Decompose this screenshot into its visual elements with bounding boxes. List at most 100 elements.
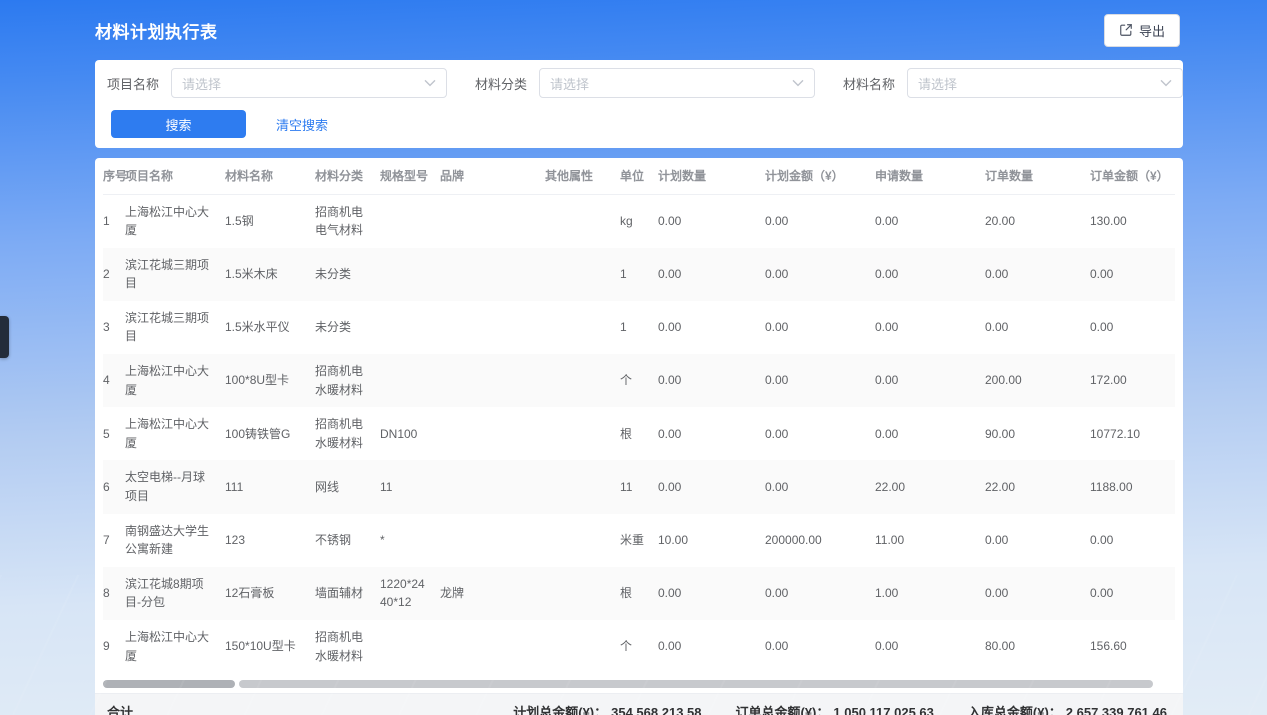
table-cell: 滨江花城三期项目	[125, 248, 225, 301]
table-cell: 0.00	[765, 194, 875, 248]
table-cell: 0.00	[985, 514, 1090, 567]
table-cell: 4	[103, 354, 125, 407]
table-cell: 100*8U型卡	[225, 354, 315, 407]
table-cell: *	[380, 514, 440, 567]
table-cell: 上海松江中心大厦	[125, 620, 225, 673]
table-cell: 5	[103, 407, 125, 460]
table-cell: 未分类	[315, 301, 380, 354]
table-cell: 个	[620, 354, 658, 407]
table-cell: 1.5米水平仪	[225, 301, 315, 354]
filter-label: 材料分类	[475, 74, 527, 93]
summary-item-label: 计划总金额(¥)：	[513, 705, 607, 715]
material-plan-table-card: 序号项目名称材料名称材料分类规格型号品牌其他属性单位计划数量计划金额（¥）申请数…	[95, 158, 1183, 715]
filter-select-2[interactable]: 请选择	[907, 68, 1183, 98]
filter-row: 项目名称请选择材料分类请选择材料名称请选择	[107, 68, 1171, 98]
table-cell: 0.00	[658, 460, 765, 513]
table-cell: 172.00	[1090, 354, 1175, 407]
search-button[interactable]: 搜索	[111, 110, 246, 138]
table-row[interactable]: 2滨江花城三期项目1.5米木床未分类10.000.000.000.000.00	[103, 248, 1175, 301]
table-cell: 1188.00	[1090, 460, 1175, 513]
table-cell: 0.00	[658, 407, 765, 460]
table-cell: 墙面辅材	[315, 567, 380, 620]
column-header: 申请数量	[875, 158, 985, 194]
table-cell: 0.00	[765, 301, 875, 354]
table-cell	[380, 301, 440, 354]
table-cell	[545, 194, 620, 248]
summary-total-label: 合计	[107, 702, 133, 715]
table-cell: 0.00	[1090, 514, 1175, 567]
select-placeholder: 请选择	[550, 74, 589, 93]
table-cell	[545, 301, 620, 354]
summary-item-2: 入库总金额(¥)：2,657,339,761.46	[968, 702, 1167, 715]
table-cell	[380, 248, 440, 301]
table-cell: 0.00	[765, 248, 875, 301]
table-cell: kg	[620, 194, 658, 248]
table-cell: 0.00	[1090, 567, 1175, 620]
summary-item-0: 计划总金额(¥)：354,568,213.58	[513, 702, 701, 715]
table-cell: 滨江花城8期项目-分包	[125, 567, 225, 620]
table-cell: 150*10U型卡	[225, 620, 315, 673]
column-header: 其他属性	[545, 158, 620, 194]
column-header: 计划金额（¥）	[765, 158, 875, 194]
table-cell: 招商机电 水暖材料	[315, 407, 380, 460]
table-row[interactable]: 7南钢盛达大学生公寓新建123不锈钢*米重10.00200000.0011.00…	[103, 514, 1175, 567]
table-cell: 1220*2440*12	[380, 567, 440, 620]
table-cell: 0.00	[875, 354, 985, 407]
table-cell: 米重	[620, 514, 658, 567]
table-cell	[545, 514, 620, 567]
filter-select-1[interactable]: 请选择	[539, 68, 815, 98]
summary-item-1: 订单总金额(¥)：1,050,117,025.63	[736, 702, 934, 715]
table-body: 1上海松江中心大厦1.5钢招商机电 电气材料kg0.000.000.0020.0…	[103, 194, 1175, 673]
scrollbar-thumb[interactable]	[103, 680, 235, 688]
column-header: 计划数量	[658, 158, 765, 194]
filter-select-0[interactable]: 请选择	[171, 68, 447, 98]
table-cell: 11.00	[875, 514, 985, 567]
table-row[interactable]: 4上海松江中心大厦100*8U型卡招商机电 水暖材料个0.000.000.002…	[103, 354, 1175, 407]
table-cell: 156.60	[1090, 620, 1175, 673]
table-cell	[440, 407, 545, 460]
table-row[interactable]: 1上海松江中心大厦1.5钢招商机电 电气材料kg0.000.000.0020.0…	[103, 194, 1175, 248]
table-cell: 0.00	[875, 301, 985, 354]
table-cell: 1	[620, 301, 658, 354]
table-cell	[545, 620, 620, 673]
table-cell: 0.00	[765, 460, 875, 513]
table-cell: 22.00	[875, 460, 985, 513]
scrollbar-track[interactable]	[239, 680, 1153, 688]
table-row[interactable]: 6太空电梯--月球项目111网线11110.000.0022.0022.0011…	[103, 460, 1175, 513]
side-drawer-handle[interactable]	[0, 316, 9, 358]
table-cell: 0.00	[658, 354, 765, 407]
table-cell: 11	[620, 460, 658, 513]
table-header-row: 序号项目名称材料名称材料分类规格型号品牌其他属性单位计划数量计划金额（¥）申请数…	[103, 158, 1175, 194]
table-cell: 0.00	[765, 354, 875, 407]
table-cell	[440, 301, 545, 354]
table-cell: 7	[103, 514, 125, 567]
table-cell: 上海松江中心大厦	[125, 194, 225, 248]
table-cell: 3	[103, 301, 125, 354]
table-row[interactable]: 9上海松江中心大厦150*10U型卡招商机电 水暖材料个0.000.000.00…	[103, 620, 1175, 673]
horizontal-scrollbar[interactable]	[103, 679, 1175, 689]
column-header: 序号	[103, 158, 125, 194]
table-cell	[545, 460, 620, 513]
table-cell	[440, 620, 545, 673]
table-row[interactable]: 8滨江花城8期项目-分包12石膏板墙面辅材1220*2440*12龙牌根0.00…	[103, 567, 1175, 620]
table-cell: 10772.10	[1090, 407, 1175, 460]
table-cell: 招商机电 电气材料	[315, 194, 380, 248]
table-row[interactable]: 5上海松江中心大厦100铸铁管G招商机电 水暖材料DN100根0.000.000…	[103, 407, 1175, 460]
table-cell: 网线	[315, 460, 380, 513]
table-cell: 0.00	[875, 194, 985, 248]
table-cell	[440, 248, 545, 301]
clear-search-link[interactable]: 清空搜索	[276, 115, 328, 134]
table-row[interactable]: 3滨江花城三期项目1.5米水平仪未分类10.000.000.000.000.00	[103, 301, 1175, 354]
export-button-label: 导出	[1139, 21, 1165, 40]
table-cell: 0.00	[985, 301, 1090, 354]
table-cell: 根	[620, 567, 658, 620]
table-cell: 0.00	[985, 248, 1090, 301]
export-button[interactable]: 导出	[1104, 14, 1180, 47]
filter-actions: 搜索 清空搜索	[107, 110, 1171, 138]
filter-group-1: 材料分类 请选择	[475, 68, 815, 98]
table-cell	[440, 514, 545, 567]
table-cell: 根	[620, 407, 658, 460]
table-cell: 个	[620, 620, 658, 673]
select-placeholder: 请选择	[182, 74, 221, 93]
filter-label: 材料名称	[843, 74, 895, 93]
